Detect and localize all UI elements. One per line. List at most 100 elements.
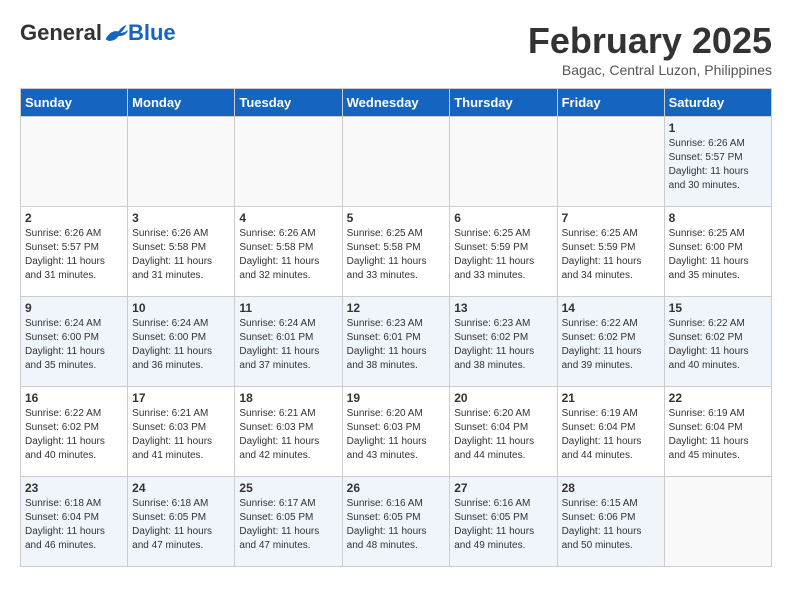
day-info: Sunrise: 6:16 AM Sunset: 6:05 PM Dayligh… — [454, 497, 552, 553]
day-info: Sunrise: 6:26 AM Sunset: 5:58 PM Dayligh… — [132, 227, 230, 283]
calendar-header-monday: Monday — [128, 89, 235, 117]
calendar-header-tuesday: Tuesday — [235, 89, 342, 117]
day-number: 22 — [669, 391, 767, 405]
day-info: Sunrise: 6:15 AM Sunset: 6:06 PM Dayligh… — [562, 497, 660, 553]
logo: General Blue — [20, 20, 176, 46]
calendar-day-cell: 2 Sunrise: 6:26 AM Sunset: 5:57 PM Daylig… — [21, 207, 128, 297]
day-info: Sunrise: 6:22 AM Sunset: 6:02 PM Dayligh… — [669, 317, 767, 373]
day-number: 7 — [562, 211, 660, 225]
calendar-day-cell: 20 Sunrise: 6:20 AM Sunset: 6:04 PM Dayli… — [450, 387, 557, 477]
calendar-week-row: 2 Sunrise: 6:26 AM Sunset: 5:57 PM Daylig… — [21, 207, 772, 297]
day-number: 13 — [454, 301, 552, 315]
day-info: Sunrise: 6:24 AM Sunset: 6:00 PM Dayligh… — [132, 317, 230, 373]
calendar-week-row: 16Sunrise: 6:22 AM Sunset: 6:02 PM Dayli… — [21, 387, 772, 477]
calendar-day-cell: 10 Sunrise: 6:24 AM Sunset: 6:00 PM Dayli… — [128, 297, 235, 387]
day-number: 28 — [562, 481, 660, 495]
day-info: Sunrise: 6:20 AM Sunset: 6:04 PM Dayligh… — [454, 407, 552, 463]
calendar-header-sunday: Sunday — [21, 89, 128, 117]
day-number: 14 — [562, 301, 660, 315]
day-number: 23 — [25, 481, 123, 495]
month-title: February 2025 — [528, 20, 772, 62]
logo-bird-icon — [104, 23, 128, 43]
day-info: Sunrise: 6:26 AM Sunset: 5:57 PM Dayligh… — [25, 227, 123, 283]
day-number: 15 — [669, 301, 767, 315]
calendar-day-cell — [128, 117, 235, 207]
day-number: 3 — [132, 211, 230, 225]
calendar-day-cell: 25 Sunrise: 6:17 AM Sunset: 6:05 PM Dayli… — [235, 477, 342, 567]
calendar-week-row: 23Sunrise: 6:18 AM Sunset: 6:04 PM Dayli… — [21, 477, 772, 567]
day-number: 26 — [347, 481, 446, 495]
calendar-header-thursday: Thursday — [450, 89, 557, 117]
logo-general-text: General — [20, 20, 102, 46]
day-info: Sunrise: 6:18 AM Sunset: 6:05 PM Dayligh… — [132, 497, 230, 553]
day-info: Sunrise: 6:23 AM Sunset: 6:02 PM Dayligh… — [454, 317, 552, 373]
calendar-day-cell: 14 Sunrise: 6:22 AM Sunset: 6:02 PM Dayli… — [557, 297, 664, 387]
page-header: General Blue February 2025 Bagac, Centra… — [20, 20, 772, 78]
location-subtitle: Bagac, Central Luzon, Philippines — [528, 62, 772, 78]
calendar-day-cell: 12Sunrise: 6:23 AM Sunset: 6:01 PM Dayli… — [342, 297, 450, 387]
day-number: 9 — [25, 301, 123, 315]
calendar-day-cell: 7 Sunrise: 6:25 AM Sunset: 5:59 PM Daylig… — [557, 207, 664, 297]
day-number: 17 — [132, 391, 230, 405]
day-number: 20 — [454, 391, 552, 405]
day-number: 19 — [347, 391, 446, 405]
calendar-day-cell: 21 Sunrise: 6:19 AM Sunset: 6:04 PM Dayli… — [557, 387, 664, 477]
calendar-day-cell: 28 Sunrise: 6:15 AM Sunset: 6:06 PM Dayli… — [557, 477, 664, 567]
calendar-day-cell: 1 Sunrise: 6:26 AM Sunset: 5:57 PM Daylig… — [664, 117, 771, 207]
calendar-day-cell: 23Sunrise: 6:18 AM Sunset: 6:04 PM Dayli… — [21, 477, 128, 567]
title-block: February 2025 Bagac, Central Luzon, Phil… — [528, 20, 772, 78]
calendar-week-row: 9 Sunrise: 6:24 AM Sunset: 6:00 PM Daylig… — [21, 297, 772, 387]
calendar-day-cell: 16Sunrise: 6:22 AM Sunset: 6:02 PM Dayli… — [21, 387, 128, 477]
day-number: 2 — [25, 211, 123, 225]
day-number: 11 — [239, 301, 337, 315]
day-info: Sunrise: 6:19 AM Sunset: 6:04 PM Dayligh… — [669, 407, 767, 463]
calendar-day-cell: 8Sunrise: 6:25 AM Sunset: 6:00 PM Daylig… — [664, 207, 771, 297]
day-info: Sunrise: 6:20 AM Sunset: 6:03 PM Dayligh… — [347, 407, 446, 463]
day-info: Sunrise: 6:22 AM Sunset: 6:02 PM Dayligh… — [25, 407, 123, 463]
calendar-day-cell: 19 Sunrise: 6:20 AM Sunset: 6:03 PM Dayli… — [342, 387, 450, 477]
day-number: 10 — [132, 301, 230, 315]
day-number: 1 — [669, 121, 767, 135]
day-info: Sunrise: 6:26 AM Sunset: 5:58 PM Dayligh… — [239, 227, 337, 283]
calendar-header-saturday: Saturday — [664, 89, 771, 117]
calendar-day-cell: 22 Sunrise: 6:19 AM Sunset: 6:04 PM Dayli… — [664, 387, 771, 477]
day-number: 5 — [347, 211, 446, 225]
day-info: Sunrise: 6:25 AM Sunset: 5:58 PM Dayligh… — [347, 227, 446, 283]
calendar-day-cell: 17 Sunrise: 6:21 AM Sunset: 6:03 PM Dayli… — [128, 387, 235, 477]
calendar-day-cell — [450, 117, 557, 207]
day-info: Sunrise: 6:19 AM Sunset: 6:04 PM Dayligh… — [562, 407, 660, 463]
calendar-day-cell: 6 Sunrise: 6:25 AM Sunset: 5:59 PM Daylig… — [450, 207, 557, 297]
calendar-day-cell: 5 Sunrise: 6:25 AM Sunset: 5:58 PM Daylig… — [342, 207, 450, 297]
day-info: Sunrise: 6:25 AM Sunset: 6:00 PM Dayligh… — [669, 227, 767, 283]
calendar-day-cell — [235, 117, 342, 207]
calendar-day-cell — [342, 117, 450, 207]
calendar-header-friday: Friday — [557, 89, 664, 117]
day-info: Sunrise: 6:25 AM Sunset: 5:59 PM Dayligh… — [454, 227, 552, 283]
calendar-day-cell: 3 Sunrise: 6:26 AM Sunset: 5:58 PM Daylig… — [128, 207, 235, 297]
day-number: 12 — [347, 301, 446, 315]
day-number: 4 — [239, 211, 337, 225]
calendar-day-cell: 13 Sunrise: 6:23 AM Sunset: 6:02 PM Dayli… — [450, 297, 557, 387]
day-info: Sunrise: 6:21 AM Sunset: 6:03 PM Dayligh… — [132, 407, 230, 463]
calendar-day-cell: 4 Sunrise: 6:26 AM Sunset: 5:58 PM Daylig… — [235, 207, 342, 297]
day-info: Sunrise: 6:25 AM Sunset: 5:59 PM Dayligh… — [562, 227, 660, 283]
calendar-day-cell: 26 Sunrise: 6:16 AM Sunset: 6:05 PM Dayli… — [342, 477, 450, 567]
day-number: 6 — [454, 211, 552, 225]
calendar-day-cell — [557, 117, 664, 207]
day-info: Sunrise: 6:22 AM Sunset: 6:02 PM Dayligh… — [562, 317, 660, 373]
day-info: Sunrise: 6:26 AM Sunset: 5:57 PM Dayligh… — [669, 137, 767, 193]
calendar-day-cell — [21, 117, 128, 207]
day-info: Sunrise: 6:21 AM Sunset: 6:03 PM Dayligh… — [239, 407, 337, 463]
calendar-header: SundayMondayTuesdayWednesdayThursdayFrid… — [21, 89, 772, 117]
calendar-day-cell: 18Sunrise: 6:21 AM Sunset: 6:03 PM Dayli… — [235, 387, 342, 477]
day-number: 25 — [239, 481, 337, 495]
day-info: Sunrise: 6:16 AM Sunset: 6:05 PM Dayligh… — [347, 497, 446, 553]
calendar-table: SundayMondayTuesdayWednesdayThursdayFrid… — [20, 88, 772, 567]
day-info: Sunrise: 6:24 AM Sunset: 6:00 PM Dayligh… — [25, 317, 123, 373]
day-info: Sunrise: 6:17 AM Sunset: 6:05 PM Dayligh… — [239, 497, 337, 553]
day-info: Sunrise: 6:24 AM Sunset: 6:01 PM Dayligh… — [239, 317, 337, 373]
calendar-day-cell: 11 Sunrise: 6:24 AM Sunset: 6:01 PM Dayli… — [235, 297, 342, 387]
day-number: 21 — [562, 391, 660, 405]
calendar-day-cell: 27Sunrise: 6:16 AM Sunset: 6:05 PM Dayli… — [450, 477, 557, 567]
calendar-day-cell: 15 Sunrise: 6:22 AM Sunset: 6:02 PM Dayli… — [664, 297, 771, 387]
